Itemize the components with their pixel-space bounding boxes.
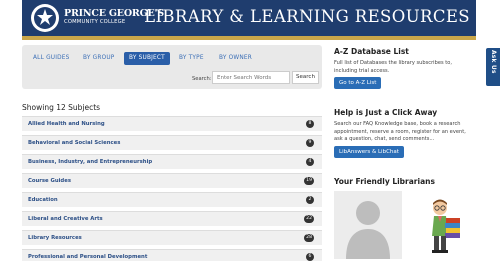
- college-logo-icon[interactable]: [30, 3, 60, 33]
- guide-count-badge: 6: [306, 253, 314, 261]
- search-button[interactable]: Search: [292, 71, 319, 84]
- subject-label[interactable]: Course Guides: [28, 178, 71, 184]
- tab-by-subject[interactable]: BY SUBJECT: [124, 52, 170, 65]
- site-header: PRINCE GEORGE'S COMMUNITY COLLEGE LIBRAR…: [22, 0, 476, 36]
- subject-label[interactable]: Library Resources: [28, 235, 82, 241]
- guide-count-badge: 4: [306, 158, 314, 166]
- az-list-button[interactable]: Go to A-Z List: [334, 77, 382, 89]
- search-input[interactable]: [212, 71, 290, 84]
- libanswers-button[interactable]: LibAnswers & LibChat: [334, 146, 404, 158]
- subject-item[interactable]: Professional and Personal Development 6: [22, 249, 322, 261]
- guide-count-badge: 19: [304, 177, 314, 185]
- subject-item[interactable]: Library Resources 28: [22, 230, 322, 245]
- subject-item[interactable]: Allied Health and Nursing 8: [22, 116, 322, 131]
- help-heading: Help is Just a Click Away: [334, 108, 438, 117]
- ask-us-chat-tab[interactable]: Ask Us: [486, 48, 500, 86]
- tab-all-guides[interactable]: ALL GUIDES: [28, 52, 75, 65]
- subject-label[interactable]: Liberal and Creative Arts: [28, 216, 103, 222]
- tab-by-type[interactable]: BY TYPE: [174, 52, 209, 65]
- college-subtitle: COMMUNITY COLLEGE: [64, 19, 126, 25]
- subject-label[interactable]: Behavioral and Social Sciences: [28, 140, 120, 146]
- subject-item[interactable]: Course Guides 19: [22, 173, 322, 188]
- subject-label[interactable]: Business, Industry, and Entrepreneurship: [28, 159, 152, 165]
- az-list-description: Full list of Databases the library subsc…: [334, 60, 452, 74]
- librarian-avatar-placeholder-icon[interactable]: [334, 191, 402, 259]
- tab-by-owner[interactable]: BY OWNER: [214, 52, 257, 65]
- header-accent-bar: [22, 36, 476, 40]
- guide-count-badge: 2: [306, 196, 314, 204]
- chat-tab-label[interactable]: Ask Us: [488, 50, 498, 74]
- subject-item[interactable]: Behavioral and Social Sciences 9: [22, 135, 322, 150]
- subject-item[interactable]: Business, Industry, and Entrepreneurship…: [22, 154, 322, 169]
- search-label: Search:: [192, 76, 212, 82]
- guide-filter-panel: ALL GUIDES BY GROUP BY SUBJECT BY TYPE B…: [22, 45, 322, 89]
- subject-item[interactable]: Education 2: [22, 192, 322, 207]
- guide-count-badge: 8: [306, 120, 314, 128]
- az-list-heading: A-Z Database List: [334, 47, 409, 56]
- librarian-cartoon-icon: [432, 199, 460, 253]
- guide-count-badge: 28: [304, 234, 314, 242]
- subject-label[interactable]: Allied Health and Nursing: [28, 121, 105, 127]
- guide-count-badge: 9: [306, 139, 314, 147]
- subject-label[interactable]: Professional and Personal Development: [28, 254, 147, 260]
- help-description: Search our FAQ Knowledge base, book a re…: [334, 121, 466, 143]
- subject-item[interactable]: Liberal and Creative Arts 22: [22, 211, 322, 226]
- subject-label[interactable]: Education: [28, 197, 58, 203]
- subjects-count-heading: Showing 12 Subjects: [22, 103, 101, 112]
- site-title[interactable]: LIBRARY & LEARNING RESOURCES: [144, 7, 470, 26]
- tab-by-group[interactable]: BY GROUP: [78, 52, 119, 65]
- librarians-heading: Your Friendly Librarians: [334, 177, 435, 186]
- guide-count-badge: 22: [304, 215, 314, 223]
